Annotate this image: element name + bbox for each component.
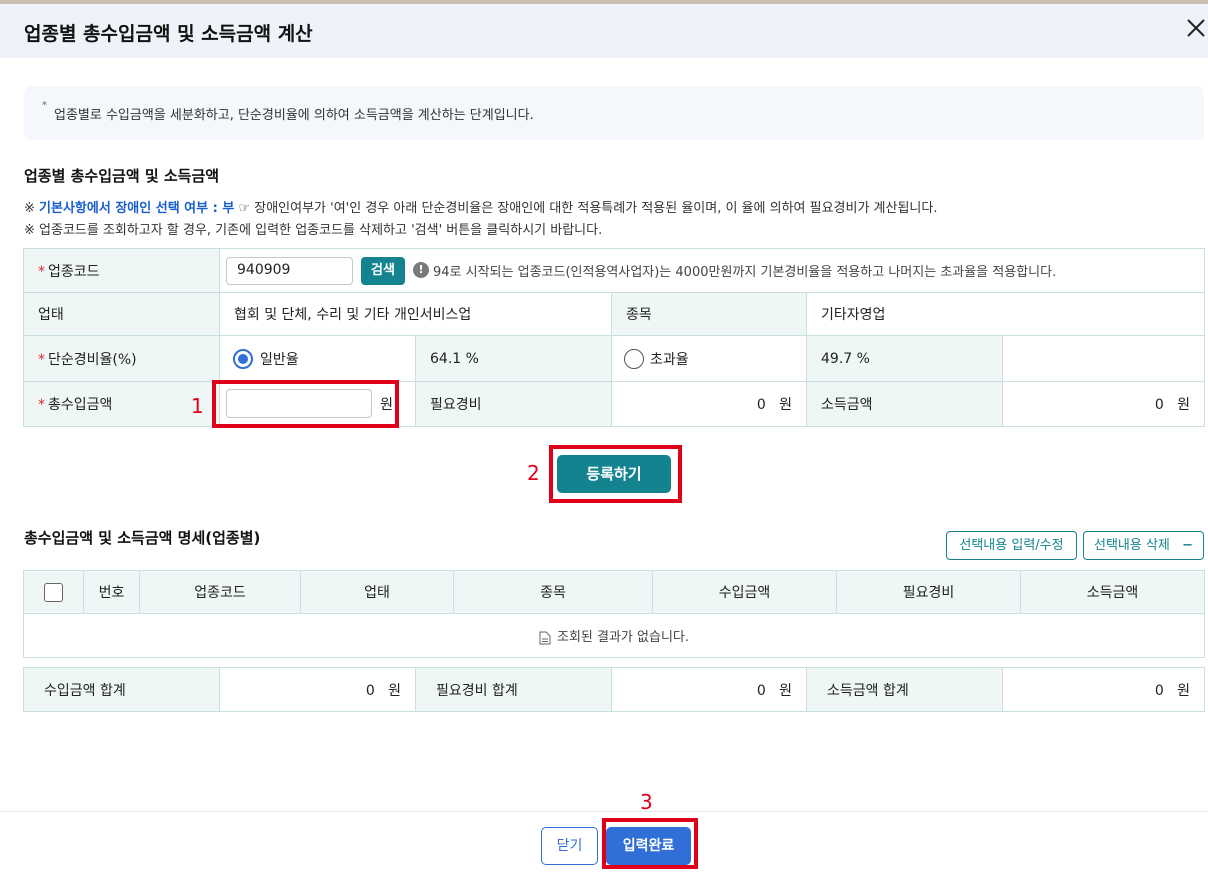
column-header-income: 수입금액 xyxy=(652,570,837,614)
notice-body: 업종별로 수입금액을 세분화하고, 단순경비율에 의하여 소득금액을 계산하는 … xyxy=(54,108,534,123)
income-label: 총수입금액 xyxy=(48,397,113,413)
info-text: 94로 시작되는 업종코드(인적용역사업자)는 4000만원까지 기본경비율을 … xyxy=(433,265,1057,280)
column-header-code: 업종코드 xyxy=(139,570,301,614)
step-number-2: 2 xyxy=(527,461,540,485)
highlight-box-income xyxy=(212,380,399,428)
info-icon: ! xyxy=(413,262,429,278)
close-button[interactable]: 닫기 xyxy=(541,827,598,865)
expense-label: 필요경비 xyxy=(415,381,612,427)
document-icon xyxy=(539,631,551,644)
rate-general-value: 64.1 % xyxy=(415,335,612,382)
notice-box: * 업종별로 수입금액을 세분화하고, 단순경비율에 의하여 소득금액을 계산하… xyxy=(24,86,1204,140)
expense-value: 0 xyxy=(756,397,766,413)
detail-header-row: 번호 업종코드 업태 종목 수입금액 필요경비 소득금액 xyxy=(23,570,1205,614)
total-income-label: 수입금액 합계 xyxy=(23,667,220,712)
select-all-checkbox[interactable] xyxy=(44,582,63,602)
rate-excess-value: 49.7 % xyxy=(806,335,1003,382)
profit-value-cell: 0 원 xyxy=(1001,381,1206,427)
rate-label: 단순경비율(%) xyxy=(48,351,137,368)
empty-result-row: 조회된 결과가 없습니다. xyxy=(23,613,1205,658)
search-note: ※ 업종코드를 조회하고자 할 경우, 기존에 입력한 업종코드를 삭제하고 '… xyxy=(24,223,603,238)
disability-status: 기본사항에서 장애인 선택 여부 : 부 xyxy=(39,201,235,216)
highlight-box-complete xyxy=(602,818,698,869)
dialog-title: 업종별 총수입금액 및 소득금액 계산 xyxy=(24,23,313,45)
step-number-1: 1 xyxy=(191,394,204,418)
disability-note-rest: ☞ 장애인여부가 '여'인 경우 아래 단순경비율은 장애인에 대한 적용특례가… xyxy=(238,201,938,216)
total-profit-cell: 0 원 xyxy=(1002,667,1205,712)
total-income-cell: 0 원 xyxy=(219,667,416,712)
minus-icon: − xyxy=(1182,538,1193,553)
section-title-income: 업종별 총수입금액 및 소득금액 xyxy=(24,167,220,185)
select-all-cell[interactable] xyxy=(23,570,84,614)
highlight-box-register xyxy=(549,445,682,503)
close-icon[interactable] xyxy=(1185,17,1207,39)
item-value: 기타자영업 xyxy=(805,292,1206,336)
delete-selected-button[interactable]: 선택내용 삭제 − xyxy=(1083,531,1204,560)
code-label-cell: * 업종코드 xyxy=(23,248,220,293)
code-label: 업종코드 xyxy=(48,263,100,280)
row-business: 업태 협회 및 단체, 수리 및 기타 개인서비스업 종목 기타자영업 xyxy=(23,292,1206,336)
total-expense-value: 0 xyxy=(756,682,766,699)
section-title-detail: 총수입금액 및 소득금액 명세(업종별) xyxy=(24,529,261,547)
disability-note: ※ 기본사항에서 장애인 선택 여부 : 부 ☞ 장애인여부가 '여'인 경우 … xyxy=(24,197,937,216)
required-mark: * xyxy=(38,397,45,413)
column-header-expense: 필요경비 xyxy=(836,570,1021,614)
row-rate: * 단순경비율(%) 일반율 64.1 % 초과율 49.7 % xyxy=(23,335,1206,382)
column-header-number: 번호 xyxy=(83,570,140,614)
total-income-value: 0 xyxy=(365,682,375,699)
totals-table: 수입금액 합계 0 원 필요경비 합계 0 원 소득금액 합계 0 원 xyxy=(23,667,1205,712)
note-mark: ※ xyxy=(24,201,35,216)
business-label: 업태 xyxy=(23,292,220,336)
rate-empty-cell xyxy=(1001,335,1206,382)
required-mark: * xyxy=(38,263,45,280)
total-expense-unit: 원 xyxy=(779,682,792,699)
column-header-business: 업태 xyxy=(300,570,454,614)
rate-excess-radio[interactable] xyxy=(624,349,644,369)
notice-text: * 업종별로 수입금액을 세분화하고, 단순경비율에 의하여 소득금액을 계산하… xyxy=(42,100,534,123)
edit-selected-button[interactable]: 선택내용 입력/수정 xyxy=(946,531,1077,560)
expense-value-cell: 0 원 xyxy=(611,381,807,427)
column-header-profit: 소득금액 xyxy=(1020,570,1205,614)
total-income-unit: 원 xyxy=(388,682,401,699)
dialog-header: 업종별 총수입금액 및 소득금액 계산 xyxy=(0,4,1208,58)
rate-general-radio[interactable] xyxy=(233,349,253,369)
total-expense-label: 필요경비 합계 xyxy=(415,667,612,712)
expense-unit: 원 xyxy=(779,397,792,413)
search-button[interactable]: 검색 xyxy=(361,257,405,285)
notice-bullet: * xyxy=(42,100,47,111)
total-expense-cell: 0 원 xyxy=(611,667,807,712)
total-profit-value: 0 xyxy=(1154,682,1164,699)
rate-general-label[interactable]: 일반율 xyxy=(260,352,299,368)
required-mark: * xyxy=(38,351,45,368)
delete-selected-label: 선택내용 삭제 xyxy=(1094,538,1170,553)
business-value: 협회 및 단체, 수리 및 기타 개인서비스업 xyxy=(219,292,612,336)
code-input[interactable]: 940909 xyxy=(226,257,353,285)
detail-table: 번호 업종코드 업태 종목 수입금액 필요경비 소득금액 조회된 결과가 없습니… xyxy=(23,570,1205,658)
empty-result-text: 조회된 결과가 없습니다. xyxy=(557,630,689,645)
total-profit-label: 소득금액 합계 xyxy=(806,667,1003,712)
total-profit-unit: 원 xyxy=(1177,682,1190,699)
profit-value: 0 xyxy=(1154,397,1164,413)
item-label: 종목 xyxy=(611,292,807,336)
column-header-item: 종목 xyxy=(453,570,653,614)
empty-result-cell: 조회된 결과가 없습니다. xyxy=(23,613,1205,658)
footer-divider xyxy=(0,811,1208,812)
step-number-3: 3 xyxy=(640,790,653,814)
rate-excess-label[interactable]: 초과율 xyxy=(650,352,689,368)
totals-row: 수입금액 합계 0 원 필요경비 합계 0 원 소득금액 합계 0 원 xyxy=(23,667,1205,712)
profit-unit: 원 xyxy=(1177,397,1191,413)
profit-label: 소득금액 xyxy=(806,381,1003,427)
rate-label-cell: * 단순경비율(%) xyxy=(23,335,220,382)
